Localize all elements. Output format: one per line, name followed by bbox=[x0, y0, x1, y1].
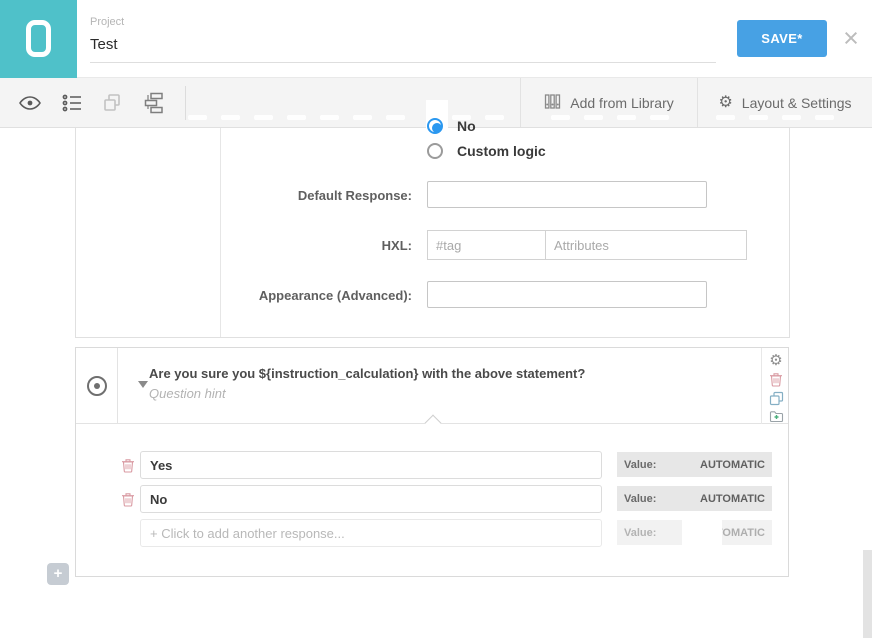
radio-option-custom-logic[interactable]: Custom logic bbox=[427, 143, 546, 159]
select-one-type-icon bbox=[87, 376, 107, 396]
save-button[interactable]: SAVE* bbox=[737, 20, 827, 57]
radio-no-label: No bbox=[457, 118, 476, 134]
hxl-attributes-input[interactable] bbox=[545, 230, 747, 260]
skeleton-dash bbox=[287, 115, 306, 120]
trash-icon bbox=[121, 492, 135, 507]
settings-card-column-divider bbox=[220, 128, 221, 337]
value-automatic-badge: AUTOMATIC bbox=[700, 493, 765, 505]
value-label: Value: bbox=[624, 459, 656, 471]
value-patch bbox=[682, 520, 722, 545]
gear-icon: ⚙ bbox=[769, 353, 782, 368]
response-value-box[interactable]: Value: AUTOMATIC bbox=[617, 486, 772, 511]
copy-icon bbox=[769, 391, 784, 406]
question-delete-button[interactable] bbox=[768, 371, 784, 387]
close-icon[interactable]: × bbox=[836, 22, 866, 54]
radio-option-no[interactable]: No bbox=[427, 118, 476, 134]
layout-settings-button[interactable]: ⚙ Layout & Settings bbox=[698, 78, 872, 127]
question-actions-column: ⚙ bbox=[761, 348, 788, 424]
question-card: Are you sure you ${instruction_calculati… bbox=[75, 347, 789, 577]
response-label-input[interactable] bbox=[140, 485, 602, 513]
add-from-library-label: Add from Library bbox=[570, 95, 673, 111]
layout-settings-label: Layout & Settings bbox=[742, 95, 852, 111]
radio-custom-logic-label: Custom logic bbox=[457, 143, 546, 159]
question-title[interactable]: Are you sure you ${instruction_calculati… bbox=[149, 366, 729, 381]
response-row: Value: AUTOMATIC bbox=[76, 485, 788, 513]
hxl-tag-input[interactable] bbox=[427, 230, 546, 260]
add-response-row: Value: AUTOMATIC bbox=[76, 519, 788, 547]
project-name-input[interactable] bbox=[90, 36, 710, 53]
skeleton-dash bbox=[320, 115, 339, 120]
settings-card-bottom-border bbox=[75, 337, 790, 338]
skeleton-dash bbox=[353, 115, 372, 120]
default-response-input[interactable] bbox=[427, 181, 707, 208]
skeleton-dash bbox=[188, 115, 207, 120]
kobo-logo-icon bbox=[26, 20, 51, 57]
header-bar: Project SAVE* × bbox=[0, 0, 872, 78]
skeleton-dash bbox=[254, 115, 273, 120]
question-add-to-library-button[interactable] bbox=[768, 408, 784, 424]
delete-response-button[interactable] bbox=[121, 492, 135, 506]
response-row: Value: AUTOMATIC bbox=[76, 451, 788, 479]
appearance-advanced-input[interactable] bbox=[427, 281, 707, 308]
question-hint[interactable]: Question hint bbox=[149, 386, 226, 401]
add-from-library-button[interactable]: Add from Library bbox=[521, 78, 697, 127]
duplicate-icon[interactable] bbox=[99, 89, 127, 117]
response-label-input[interactable] bbox=[140, 451, 602, 479]
question-type-cell bbox=[76, 348, 118, 424]
toolbar-divider bbox=[185, 86, 186, 120]
radio-unselected-icon[interactable] bbox=[427, 143, 443, 159]
question-duplicate-button[interactable] bbox=[768, 390, 784, 406]
expanded-panel-notch bbox=[425, 415, 442, 432]
default-response-label: Default Response: bbox=[250, 188, 412, 203]
response-value-box-ghost: Value: AUTOMATIC bbox=[617, 520, 772, 545]
skeleton-dash bbox=[386, 115, 405, 120]
app-logo[interactable] bbox=[0, 0, 77, 78]
value-automatic-badge: AUTOMATIC bbox=[700, 459, 765, 471]
gear-icon: ⚙ bbox=[718, 95, 732, 111]
delete-response-button[interactable] bbox=[121, 458, 135, 472]
group-questions-icon[interactable] bbox=[140, 89, 168, 117]
value-label: Value: bbox=[624, 527, 656, 539]
collapse-chevron-icon[interactable] bbox=[138, 381, 148, 388]
appearance-advanced-label: Appearance (Advanced): bbox=[250, 288, 412, 303]
value-label: Value: bbox=[624, 493, 656, 505]
add-question-button[interactable]: + bbox=[47, 563, 69, 585]
project-name-underline bbox=[90, 62, 716, 63]
project-label: Project bbox=[90, 16, 124, 28]
form-outline-icon[interactable] bbox=[58, 89, 86, 117]
response-value-box[interactable]: Value: AUTOMATIC bbox=[617, 452, 772, 477]
vertical-scrollbar-thumb[interactable] bbox=[863, 550, 872, 638]
settings-card-right-border bbox=[789, 128, 790, 337]
hxl-label: HXL: bbox=[250, 238, 412, 253]
trash-icon bbox=[769, 372, 783, 387]
add-response-input[interactable] bbox=[140, 519, 602, 547]
skeleton-dash bbox=[485, 115, 504, 120]
radio-selected-icon[interactable] bbox=[427, 118, 443, 134]
question-header-row[interactable]: Are you sure you ${instruction_calculati… bbox=[76, 348, 788, 424]
folder-plus-icon bbox=[769, 409, 784, 423]
trash-icon bbox=[121, 458, 135, 473]
preview-eye-icon[interactable] bbox=[16, 89, 44, 117]
library-icon bbox=[544, 93, 561, 113]
skeleton-dash bbox=[221, 115, 240, 120]
settings-card-left-border bbox=[75, 128, 76, 337]
form-builder-app: Project SAVE* × bbox=[0, 0, 872, 638]
question-settings-button[interactable]: ⚙ bbox=[768, 352, 784, 368]
